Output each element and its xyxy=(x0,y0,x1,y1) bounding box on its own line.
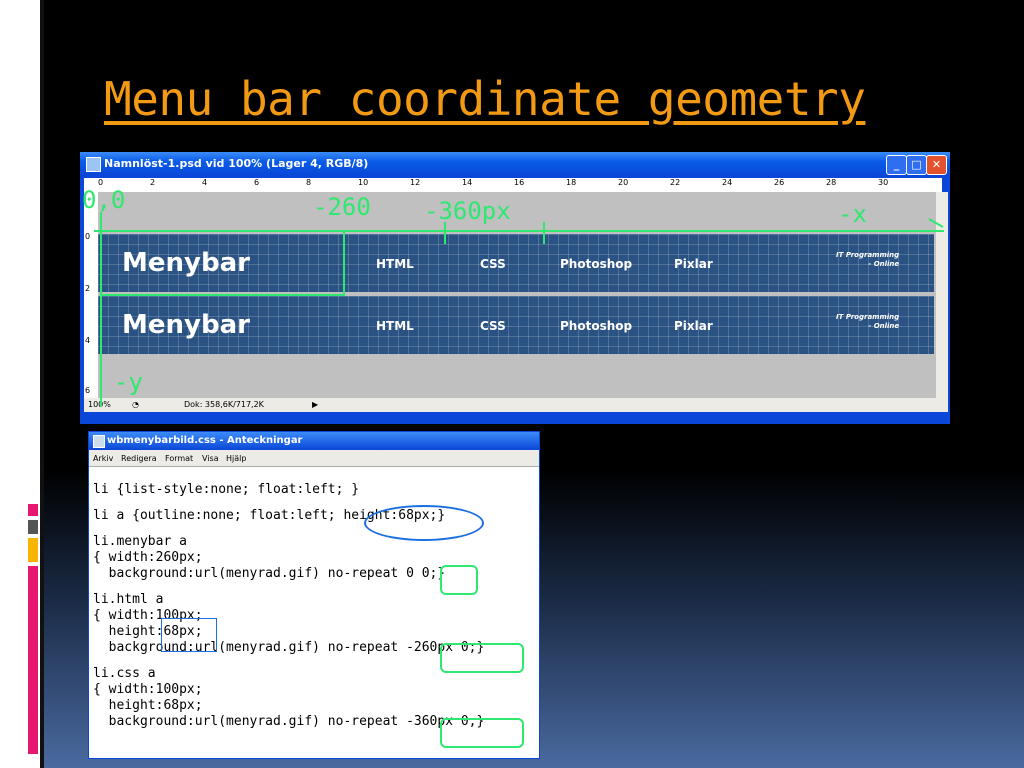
notepad-icon xyxy=(93,435,105,448)
status-menu-icon[interactable]: ◔ xyxy=(132,400,139,409)
menu-item-css: CSS xyxy=(480,319,506,333)
notepad-menubar: Arkiv Redigera Format Visa Hjälp xyxy=(89,450,539,467)
menu-arkiv[interactable]: Arkiv xyxy=(93,454,113,463)
tick-360 xyxy=(444,222,446,244)
code-line: height:68px; xyxy=(93,698,203,713)
menu-item-html: HTML xyxy=(376,319,414,333)
ruler-vertical[interactable]: 0 2 4 6 xyxy=(84,192,99,398)
ruler-tick-label: 24 xyxy=(722,178,733,187)
ruler-tick-label: 18 xyxy=(566,178,577,187)
photoshop-window: Namnlöst-1.psd vid 100% (Lager 4, RGB/8)… xyxy=(80,152,950,424)
menu-redigera[interactable]: Redigera xyxy=(121,454,157,463)
offset-260-highlight xyxy=(440,643,524,673)
photoshop-titlebar[interactable]: Namnlöst-1.psd vid 100% (Lager 4, RGB/8)… xyxy=(80,152,950,176)
menu-bar-image-hover: Menybar HTML CSS Photoshop Pixlar IT Pro… xyxy=(98,296,934,354)
y-axis-label: -y xyxy=(114,368,143,396)
offset-260-label: -260 xyxy=(313,193,371,221)
photoshop-statusbar: 100% ◔ Dok: 358,6K/717,2K ▶ xyxy=(84,398,948,412)
offset-360-highlight xyxy=(440,718,524,748)
menu-item-pixlar: Pixlar xyxy=(674,257,713,271)
origin-highlight-box xyxy=(440,565,478,595)
ruler-tick-label: 16 xyxy=(514,178,525,187)
ruler-tick-label: 2 xyxy=(85,284,91,293)
ruler-tick-label: 26 xyxy=(774,178,785,187)
x-axis-line xyxy=(94,230,944,232)
menu-brand: Menybar xyxy=(122,310,250,340)
logo-line: - Online xyxy=(868,322,900,330)
decor-block-magenta xyxy=(28,566,38,754)
logo-line: IT Programming xyxy=(836,313,900,321)
code-line: background:url(menyrad.gif) no-repeat -3… xyxy=(93,714,485,729)
ruler-tick-label: 4 xyxy=(85,336,91,345)
photoshop-window-title: Namnlöst-1.psd vid 100% (Lager 4, RGB/8) xyxy=(104,157,369,170)
decor-block-gray xyxy=(28,520,38,534)
y-axis-line xyxy=(100,212,102,407)
notepad-window-title: wbmenybarbild.css - Anteckningar xyxy=(107,435,303,446)
logo-line: IT Programming xyxy=(836,251,900,259)
slide-left-strip xyxy=(0,0,40,768)
decor-block-yellow xyxy=(28,538,38,562)
menu-logo: IT Programming - Online xyxy=(836,313,899,331)
menu-item-css: CSS xyxy=(480,257,506,271)
code-line: li {list-style:none; float:left; } xyxy=(93,482,360,497)
code-line: { width:100px; xyxy=(93,682,203,697)
menu-format[interactable]: Format xyxy=(165,454,193,463)
ruler-tick-label: 0 xyxy=(85,232,91,241)
width-height-highlight xyxy=(161,618,217,652)
ruler-tick-label: 6 xyxy=(85,386,91,395)
menu-visa[interactable]: Visa xyxy=(202,454,219,463)
slide-title: Menu bar coordinate geometry xyxy=(104,72,866,126)
ruler-tick-label: 14 xyxy=(462,178,473,187)
height-highlight-ellipse xyxy=(364,505,484,541)
x-axis-label: -x xyxy=(838,200,867,228)
ruler-tick-label: 6 xyxy=(254,178,260,187)
ruler-tick-label: 30 xyxy=(878,178,889,187)
menu-item-pixlar: Pixlar xyxy=(674,319,713,333)
ruler-tick-label: 20 xyxy=(618,178,629,187)
offset-360-label: -360px xyxy=(424,197,511,225)
logo-line: - Online xyxy=(868,260,900,268)
decor-block-small xyxy=(28,504,38,516)
status-arrow-icon[interactable]: ▶ xyxy=(312,400,318,409)
menu-bar-image: Menybar HTML CSS Photoshop Pixlar IT Pro… xyxy=(98,234,934,292)
maximize-button[interactable]: □ xyxy=(906,155,927,175)
ruler-tick-label: 12 xyxy=(410,178,421,187)
menybar-box-bottom xyxy=(100,294,345,296)
ruler-tick-label: 2 xyxy=(150,178,156,187)
menu-logo: IT Programming - Online xyxy=(836,251,899,269)
ruler-tick-label: 28 xyxy=(826,178,837,187)
menybar-box-right xyxy=(343,230,345,295)
menu-item-photoshop: Photoshop xyxy=(560,257,633,271)
ruler-horizontal[interactable]: 0 2 4 6 8 10 12 14 16 18 20 22 24 26 28 … xyxy=(84,178,942,193)
close-button[interactable]: ✕ xyxy=(926,155,947,175)
code-line: { width:100px; xyxy=(93,608,203,623)
slide-divider xyxy=(40,0,44,768)
tick-460 xyxy=(543,222,545,244)
code-line: { width:260px; xyxy=(93,550,203,565)
code-line: height:68px; xyxy=(93,624,203,639)
ruler-tick-label: 22 xyxy=(670,178,681,187)
code-line: li.css a xyxy=(93,666,156,681)
menu-hjalp[interactable]: Hjälp xyxy=(226,454,246,463)
ruler-tick-label: 4 xyxy=(202,178,208,187)
code-line: background:url(menyrad.gif) no-repeat -2… xyxy=(93,640,485,655)
code-line: background:url(menyrad.gif) no-repeat 0 … xyxy=(93,566,446,581)
code-line: li.html a xyxy=(93,592,164,607)
notepad-window: wbmenybarbild.css - Anteckningar Arkiv R… xyxy=(88,431,540,759)
document-size: Dok: 358,6K/717,2K xyxy=(184,400,264,409)
menu-item-photoshop: Photoshop xyxy=(560,319,633,333)
photoshop-document-icon xyxy=(86,157,101,172)
notepad-titlebar[interactable]: wbmenybarbild.css - Anteckningar xyxy=(89,432,539,450)
menu-brand: Menybar xyxy=(122,248,250,278)
ruler-tick-label: 8 xyxy=(306,178,312,187)
origin-label: 0,0 xyxy=(82,186,126,214)
minimize-button[interactable]: _ xyxy=(886,155,907,175)
menu-item-html: HTML xyxy=(376,257,414,271)
ruler-tick-label: 10 xyxy=(358,178,369,187)
